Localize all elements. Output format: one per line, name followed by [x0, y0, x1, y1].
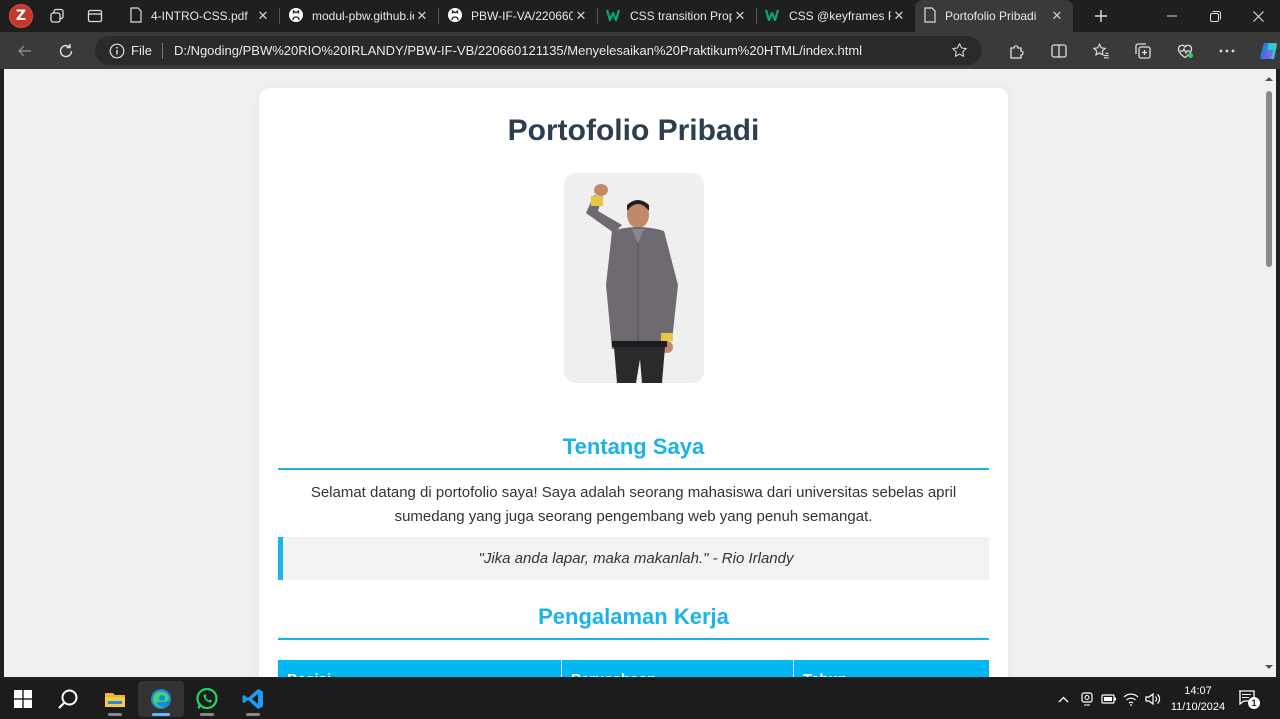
more-menu-icon[interactable] — [1206, 35, 1248, 67]
scroll-down-arrow-icon[interactable] — [1265, 663, 1273, 671]
table-header-cell: Perusahaan — [562, 660, 794, 677]
github-icon — [447, 7, 463, 26]
tab-title: CSS transition Prope — [630, 9, 732, 23]
tab-actions-icon[interactable] — [81, 2, 109, 30]
table-header-cell: Tahun — [794, 660, 989, 677]
extensions-icon[interactable] — [996, 35, 1038, 67]
section-heading-about: Tentang Saya — [562, 434, 705, 459]
page-title: Portofolio Pribadi — [507, 114, 760, 147]
w3schools-icon — [764, 8, 781, 25]
windows-taskbar: 14:07 11/10/2024 1 — [0, 679, 1280, 719]
tab-title: PBW-IF-VA/2206601 — [471, 9, 573, 23]
refresh-button[interactable] — [50, 35, 82, 67]
address-bar[interactable]: File D:/Ngoding/PBW%20RIO%20IRLANDY/PBW-… — [95, 36, 982, 65]
volume-icon[interactable] — [1142, 692, 1164, 706]
favorites-icon[interactable] — [1080, 35, 1122, 67]
file-icon — [923, 6, 937, 26]
profile-photo — [564, 173, 704, 383]
close-icon[interactable]: ✕ — [255, 8, 271, 24]
running-indicator — [200, 713, 214, 716]
browser-toolbar: File D:/Ngoding/PBW%20RIO%20IRLANDY/PBW-… — [0, 32, 1280, 69]
close-window-button[interactable] — [1236, 0, 1280, 32]
info-icon[interactable] — [109, 43, 125, 59]
chevron-up-icon[interactable] — [1054, 696, 1072, 703]
back-button[interactable] — [9, 35, 41, 67]
new-tab-button[interactable] — [1087, 2, 1115, 30]
tab-title: Portofolio Pribadi — [945, 9, 1037, 23]
notification-badge: 1 — [1248, 697, 1260, 709]
quote-text: "Jika anda lapar, maka makanlah." - Rio … — [478, 550, 794, 567]
workspaces-icon[interactable] — [43, 2, 71, 30]
tab-title: modul-pbw.github.io — [312, 9, 414, 23]
tab-title: 4-INTRO-CSS.pdf — [151, 9, 248, 23]
restore-button[interactable] — [1193, 0, 1237, 32]
close-icon[interactable]: ✕ — [891, 8, 907, 24]
scheme-label: File — [131, 43, 152, 58]
meet-now-icon[interactable] — [1076, 692, 1098, 706]
running-indicator — [108, 713, 122, 716]
taskbar-clock[interactable]: 14:07 11/10/2024 — [1166, 683, 1230, 715]
collections-icon[interactable] — [1122, 35, 1164, 67]
section-underline — [278, 468, 989, 470]
close-icon[interactable]: ✕ — [1049, 8, 1065, 24]
search-icon[interactable] — [45, 681, 91, 717]
battery-icon[interactable] — [1098, 693, 1120, 705]
close-icon[interactable]: ✕ — [414, 8, 430, 24]
system-tray — [1054, 679, 1164, 719]
running-indicator — [246, 713, 260, 716]
page-scrollbar[interactable] — [1262, 69, 1276, 677]
address-divider — [161, 42, 163, 59]
browser-tab[interactable]: CSS @keyframes Ru ✕ — [757, 0, 915, 32]
whatsapp-icon[interactable] — [184, 681, 230, 717]
browser-tab[interactable]: CSS transition Prope ✕ — [598, 0, 756, 32]
url-text[interactable]: D:/Ngoding/PBW%20RIO%20IRLANDY/PBW-IF-VB… — [174, 43, 944, 58]
favorite-star-icon[interactable] — [951, 42, 968, 62]
browser-tab[interactable]: modul-pbw.github.io ✕ — [280, 0, 438, 32]
minimize-button[interactable] — [1150, 0, 1194, 32]
split-screen-icon[interactable] — [1038, 35, 1080, 67]
browser-tab-active[interactable]: Portofolio Pribadi ✕ — [915, 0, 1073, 32]
close-icon[interactable]: ✕ — [573, 8, 589, 24]
quote-block: "Jika anda lapar, maka makanlah." - Rio … — [278, 537, 989, 580]
tab-strip: Z 4-INTRO-CSS.pdf ✕ modul-pbw.github.io … — [0, 0, 1280, 32]
browser-essentials-icon[interactable] — [1164, 35, 1206, 67]
portfolio-container: Portofolio Pribadi Tentang Saya Selamat … — [259, 88, 1008, 677]
clock-time: 14:07 — [1184, 685, 1212, 697]
section-underline — [278, 638, 989, 640]
table-header-cell: Posisi — [278, 660, 562, 677]
scrollbar-thumb[interactable] — [1266, 91, 1272, 267]
browser-tab[interactable]: 4-INTRO-CSS.pdf ✕ — [121, 0, 279, 32]
page-viewport: Portofolio Pribadi Tentang Saya Selamat … — [4, 69, 1262, 677]
experience-table-header: Posisi Perusahaan Tahun — [278, 660, 989, 677]
close-icon[interactable]: ✕ — [732, 8, 748, 24]
vscode-icon[interactable] — [230, 681, 276, 717]
github-icon — [288, 7, 304, 26]
file-icon — [129, 6, 143, 26]
browser-tab[interactable]: PBW-IF-VA/2206601 ✕ — [439, 0, 597, 32]
edge-icon[interactable] — [138, 681, 184, 717]
profile-logo-icon[interactable]: Z — [9, 4, 33, 28]
section-heading-experience: Pengalaman Kerja — [538, 604, 729, 629]
about-paragraph: Selamat datang di portofolio saya! Saya … — [310, 484, 957, 525]
clock-date: 11/10/2024 — [1170, 701, 1226, 713]
running-indicator — [152, 713, 170, 716]
scroll-up-arrow-icon[interactable] — [1265, 75, 1273, 83]
w3schools-icon — [605, 8, 622, 25]
notification-center-icon[interactable]: 1 — [1238, 689, 1260, 709]
tab-title: CSS @keyframes Ru — [789, 9, 891, 23]
toolbar-icons — [996, 32, 1280, 69]
file-explorer-icon[interactable] — [92, 681, 138, 717]
copilot-icon[interactable] — [1248, 35, 1280, 67]
windows-start-icon[interactable] — [0, 681, 46, 717]
wifi-icon[interactable] — [1120, 692, 1142, 706]
